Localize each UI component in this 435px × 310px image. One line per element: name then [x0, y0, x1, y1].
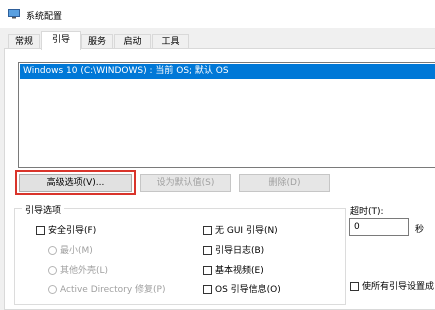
alternate-shell-radio[interactable]: [48, 266, 57, 275]
title-bar: 系统配置: [0, 0, 435, 28]
timeout-input[interactable]: 0: [349, 218, 409, 236]
os-list[interactable]: Windows 10 (C:\WINDOWS) : 当前 OS; 默认 OS: [18, 62, 435, 168]
active-directory-label: Active Directory 修复(P): [60, 285, 166, 295]
delete-button[interactable]: 删除(D): [239, 174, 330, 192]
set-default-button[interactable]: 设为默认值(S): [140, 174, 231, 192]
minimal-label: 最小(M): [60, 246, 93, 256]
no-gui-boot-label: 无 GUI 引导(N): [215, 226, 278, 236]
window-title: 系统配置: [26, 12, 63, 22]
advanced-options-button[interactable]: 高级选项(V)...: [19, 174, 132, 192]
alternate-shell-label: 其他外壳(L): [60, 266, 109, 276]
tab-tools[interactable]: 工具: [152, 34, 189, 49]
os-boot-info-checkbox[interactable]: [203, 285, 212, 294]
timeout-unit-label: 秒: [415, 225, 425, 235]
minimal-radio[interactable]: [48, 246, 57, 255]
no-gui-boot-checkbox[interactable]: [203, 226, 212, 235]
tab-general[interactable]: 常规: [8, 34, 40, 49]
boot-options-label: 引导选项: [22, 203, 65, 216]
boot-log-checkbox[interactable]: [203, 246, 212, 255]
make-permanent-label: 使所有引导设置成: [362, 282, 435, 292]
os-boot-info-label: OS 引导信息(O): [215, 285, 281, 295]
msconfig-icon: [8, 9, 20, 19]
base-video-checkbox[interactable]: [203, 266, 212, 275]
boot-log-label: 引导日志(B): [215, 246, 265, 256]
make-permanent-checkbox[interactable]: [350, 282, 359, 291]
os-list-item[interactable]: Windows 10 (C:\WINDOWS) : 当前 OS; 默认 OS: [20, 64, 435, 79]
tab-strip: 常规 引导 服务 启动 工具: [0, 28, 435, 50]
tab-services[interactable]: 服务: [81, 34, 113, 49]
tab-boot[interactable]: 引导: [41, 31, 81, 50]
tab-startup[interactable]: 启动: [114, 34, 151, 49]
active-directory-radio[interactable]: [48, 285, 57, 294]
safe-boot-label: 安全引导(F): [48, 226, 97, 236]
safe-boot-checkbox[interactable]: [36, 226, 45, 235]
timeout-label: 超时(T):: [350, 207, 384, 217]
base-video-label: 基本视频(E): [215, 266, 264, 276]
